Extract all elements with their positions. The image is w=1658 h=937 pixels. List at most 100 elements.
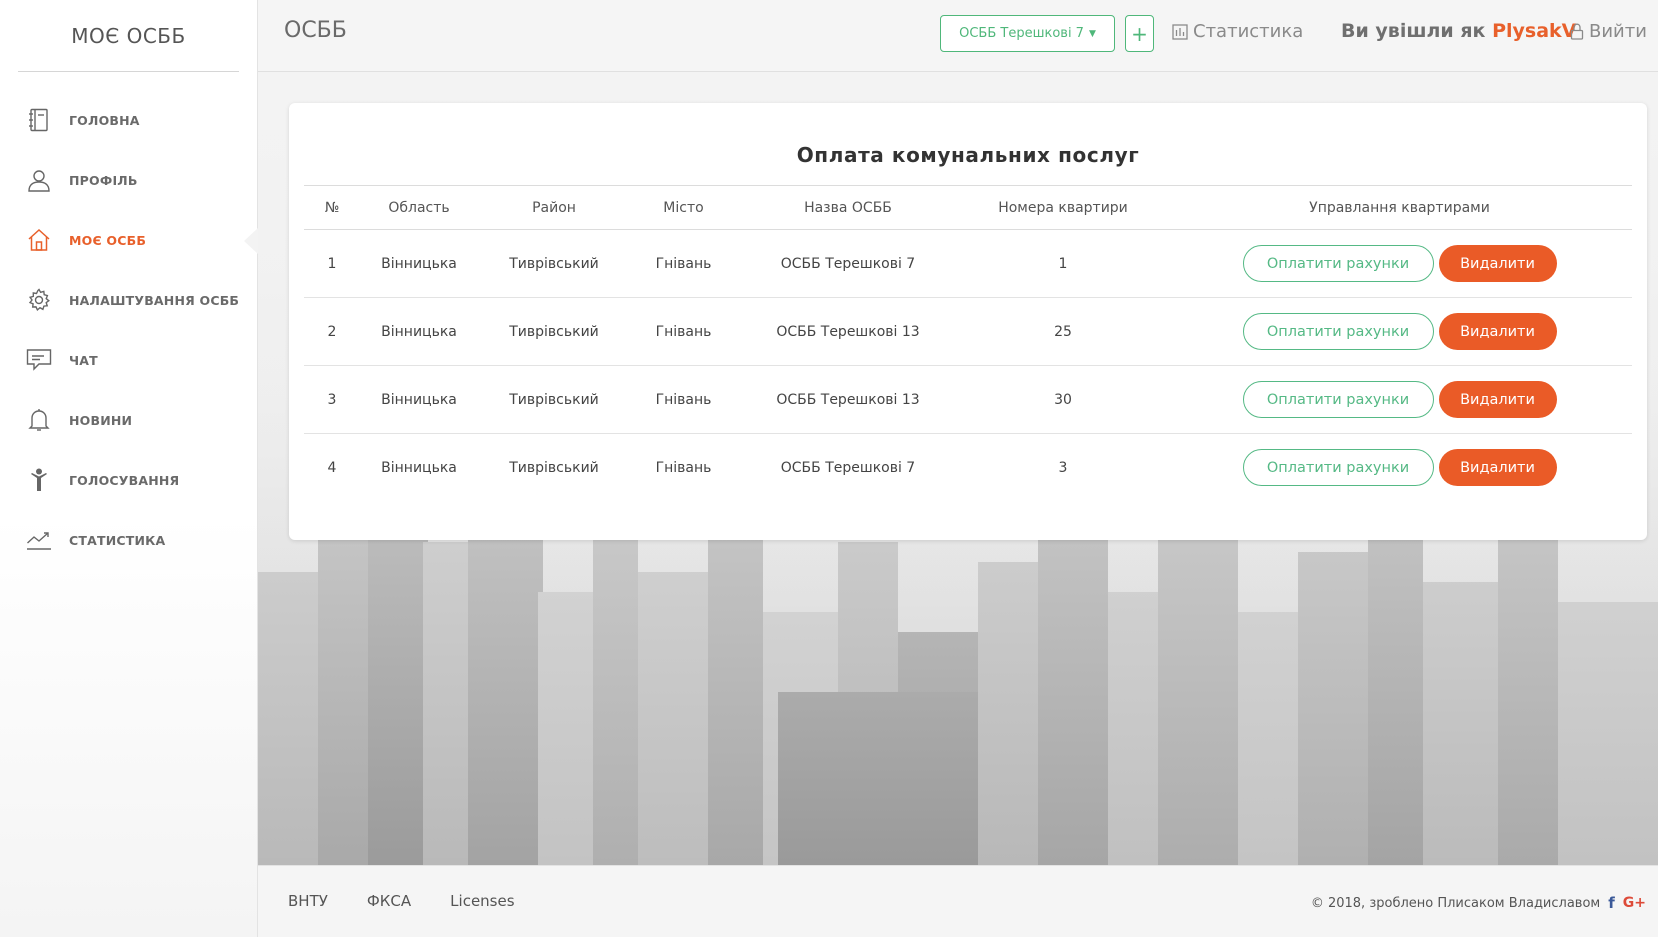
- cell-district: Тиврівський: [478, 297, 630, 366]
- delete-button[interactable]: Видалити: [1438, 245, 1557, 282]
- brand-title[interactable]: МОЄ ОСББ: [18, 0, 239, 72]
- cell-region: Вінницька: [360, 229, 478, 298]
- sidebar-item-voting[interactable]: ГОЛОСУВАННЯ: [0, 450, 257, 510]
- cell-region: Вінницька: [360, 365, 478, 434]
- footer-link-licenses[interactable]: Licenses: [450, 892, 514, 910]
- facebook-icon[interactable]: f: [1608, 894, 1615, 912]
- home-icon: [26, 227, 52, 253]
- footer-link-fksa[interactable]: ФКСА: [367, 892, 411, 910]
- cell-apartment: 25: [959, 297, 1167, 366]
- bar-chart-icon: [1172, 23, 1188, 40]
- cell-city: Гнівань: [630, 365, 737, 434]
- pay-bills-button[interactable]: Оплатити рахунки: [1242, 449, 1434, 487]
- sidebar-item-home[interactable]: ГОЛОВНА: [0, 90, 257, 150]
- footer-link-vntu[interactable]: ВНТУ: [288, 892, 328, 910]
- caret-down-icon: ▼: [1088, 28, 1096, 39]
- column-header: Назва ОСББ: [737, 185, 959, 230]
- sidebar-item-chat[interactable]: ЧАТ: [0, 330, 257, 390]
- table-header-row: № Область Район Місто Назва ОСББ Номера …: [304, 185, 1632, 230]
- logged-in-prefix: Ви увішли як: [1341, 20, 1486, 42]
- cell-actions: Оплатити рахунки Видалити: [1167, 229, 1632, 298]
- bell-icon: [26, 407, 52, 433]
- cell-apartment: 3: [1058, 459, 1068, 476]
- trend-chart-icon: [26, 527, 52, 553]
- sidebar-item-news[interactable]: НОВИНИ: [0, 390, 257, 450]
- lock-icon: [1570, 23, 1584, 40]
- cell-osbb-name: ОСББ Терешкові 7: [780, 459, 916, 476]
- sidebar-nav: ГОЛОВНА ПРОФІЛЬ МОЄ ОСББ НАЛАШТУВАННЯ ОС…: [0, 90, 258, 570]
- cell-region: Вінницька: [360, 297, 478, 366]
- cell-district: Тиврівський: [478, 365, 630, 434]
- table-row: 2 Вінницька Тиврівський Гнівань ОСББ Тер…: [304, 297, 1632, 366]
- logout-label: Вийти: [1589, 21, 1647, 42]
- statistics-label: Статистика: [1193, 21, 1304, 42]
- osbb-select-value: ОСББ Терешкові 7: [959, 26, 1084, 41]
- logout-link[interactable]: Вийти: [1570, 21, 1647, 42]
- sidebar-item-my-osbb[interactable]: МОЄ ОСББ: [0, 210, 258, 270]
- cell-actions: Оплатити рахунки Видалити: [1167, 434, 1632, 502]
- cell-region: Вінницька: [381, 459, 457, 476]
- pay-bills-button[interactable]: Оплатити рахунки: [1242, 381, 1434, 418]
- copyright: © 2018, зроблено Плисаком Владиславом f …: [1311, 894, 1646, 912]
- sidebar-item-label: НОВИНИ: [69, 412, 133, 428]
- cell-actions: Оплатити рахунки Видалити: [1167, 297, 1632, 366]
- pay-bills-button[interactable]: Оплатити рахунки: [1242, 245, 1434, 282]
- table-row: 1 Вінницька Тиврівський Гнівань ОСББ Тер…: [304, 229, 1632, 298]
- table-row: 3 Вінницька Тиврівський Гнівань ОСББ Тер…: [304, 365, 1632, 434]
- cell-city: Гнівань: [630, 229, 737, 298]
- sidebar-item-label: ЧАТ: [69, 352, 98, 368]
- cell-number: 3: [304, 365, 360, 434]
- cell-apartment: 30: [959, 365, 1167, 434]
- gear-icon: [26, 287, 52, 313]
- cell-osbb-name: ОСББ Терешкові 7: [737, 229, 959, 298]
- notebook-icon: [26, 107, 52, 133]
- logged-in-status: Ви увішли як PlysakV: [1341, 20, 1576, 42]
- apartments-table: № Область Район Місто Назва ОСББ Номера …: [304, 185, 1632, 502]
- sidebar-item-label: НАЛАШТУВАННЯ ОСББ: [69, 292, 240, 308]
- cell-district: Тиврівський: [478, 229, 630, 298]
- add-osbb-button[interactable]: +: [1125, 15, 1154, 52]
- footer-links: ВНТУ ФКСА Licenses: [288, 892, 515, 910]
- delete-button[interactable]: Видалити: [1438, 381, 1557, 418]
- cell-number: 2: [304, 297, 360, 366]
- card-title: Оплата комунальних послуг: [796, 143, 1140, 167]
- cell-actions: Оплатити рахунки Видалити: [1167, 365, 1632, 434]
- cell-apartment: 1: [959, 229, 1167, 298]
- osbb-select-dropdown[interactable]: ОСББ Терешкові 7 ▼: [940, 15, 1115, 52]
- sidebar-item-osbb-settings[interactable]: НАЛАШТУВАННЯ ОСББ: [0, 270, 257, 330]
- sidebar-item-label: ПРОФІЛЬ: [69, 172, 138, 188]
- sidebar-item-profile[interactable]: ПРОФІЛЬ: [0, 150, 257, 210]
- copyright-text: © 2018, зроблено Плисаком Владиславом: [1310, 895, 1601, 911]
- column-header: Управлання квартирами: [1167, 185, 1632, 230]
- page-title: ОСББ: [284, 18, 347, 43]
- column-header: Район: [478, 185, 630, 230]
- footer: ВНТУ ФКСА Licenses © 2018, зроблено Плис…: [258, 865, 1658, 937]
- column-header: Номера квартири: [959, 185, 1167, 230]
- column-header: Місто: [630, 185, 737, 230]
- sidebar-item-statistics[interactable]: СТАТИСТИКА: [0, 510, 257, 570]
- username: PlysakV: [1492, 20, 1577, 42]
- table-row: 4 Вінницька Тиврівський Гнівань ОСББ Тер…: [304, 434, 1632, 502]
- statistics-link[interactable]: Статистика: [1172, 21, 1303, 42]
- top-header: ОСББ ОСББ Терешкові 7 ▼ + Статистика Ви …: [258, 0, 1658, 72]
- cell-city: Гнівань: [655, 459, 712, 476]
- column-header: №: [304, 185, 360, 230]
- sidebar-item-label: СТАТИСТИКА: [69, 532, 166, 548]
- delete-button[interactable]: Видалити: [1438, 449, 1557, 487]
- chat-icon: [26, 347, 52, 373]
- column-header: Область: [360, 185, 478, 230]
- sidebar-item-label: ГОЛОВНА: [69, 112, 140, 128]
- pay-bills-button[interactable]: Оплатити рахунки: [1242, 313, 1434, 350]
- sidebar: МОЄ ОСББ ГОЛОВНА ПРОФІЛЬ МОЄ ОСББ НАЛАШТ…: [0, 0, 258, 937]
- cell-district: Тиврівський: [509, 459, 599, 476]
- sidebar-item-label: ГОЛОСУВАННЯ: [69, 472, 180, 488]
- google-plus-icon[interactable]: G+: [1623, 895, 1646, 911]
- cell-number: 1: [304, 229, 360, 298]
- payments-card: Оплата комунальних послуг № Область Райо…: [289, 103, 1647, 540]
- delete-button[interactable]: Видалити: [1438, 313, 1557, 350]
- cell-number: 4: [327, 459, 337, 476]
- person-vote-icon: [26, 467, 52, 493]
- cell-city: Гнівань: [630, 297, 737, 366]
- cell-osbb-name: ОСББ Терешкові 13: [737, 297, 959, 366]
- user-icon: [26, 167, 52, 193]
